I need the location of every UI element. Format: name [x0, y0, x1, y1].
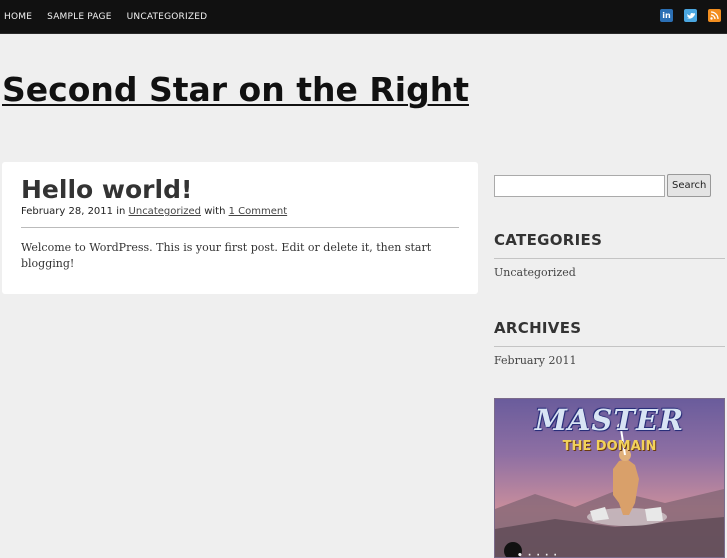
- categories-title: CATEGORIES: [494, 231, 725, 259]
- post-title[interactable]: Hello world!: [21, 176, 459, 204]
- post-meta-with: with: [204, 206, 226, 217]
- nav-item-uncategorized[interactable]: UNCATEGORIZED: [127, 12, 208, 22]
- post-date: February 28, 2011: [21, 206, 114, 217]
- site-title[interactable]: Second Star on the Right: [2, 70, 469, 109]
- main-nav: HOME SAMPLE PAGE UNCATEGORIZED: [4, 0, 222, 33]
- archive-link-february-2011[interactable]: February 2011: [494, 354, 725, 367]
- post-comments-link[interactable]: 1 Comment: [229, 206, 288, 217]
- promo-banner[interactable]: MASTER THE DOMAIN • · · · ·: [494, 398, 725, 558]
- post-divider: [21, 227, 459, 228]
- nav-item-home[interactable]: HOME: [4, 12, 32, 22]
- categories-widget: CATEGORIES Uncategorized: [494, 231, 725, 279]
- search-form: Search: [494, 174, 725, 197]
- search-button[interactable]: Search: [667, 174, 712, 197]
- sidebar: Search CATEGORIES Uncategorized ARCHIVES…: [494, 174, 725, 558]
- nav-item-sample-page[interactable]: SAMPLE PAGE: [47, 12, 112, 22]
- post-meta-in: in: [116, 206, 126, 217]
- rss-icon[interactable]: [708, 9, 721, 22]
- banner-subtitle: THE DOMAIN: [562, 439, 657, 454]
- banner-bottom-text: • · · · ·: [517, 551, 558, 558]
- archives-widget: ARCHIVES February 2011: [494, 319, 725, 367]
- post-category-link[interactable]: Uncategorized: [129, 206, 201, 217]
- linkedin-icon[interactable]: in: [660, 9, 673, 22]
- linkedin-icon-label: in: [662, 11, 671, 20]
- banner-title: MASTER: [534, 403, 685, 437]
- post-card: Hello world! February 28, 2011 in Uncate…: [2, 162, 478, 294]
- category-link-uncategorized[interactable]: Uncategorized: [494, 266, 725, 279]
- post-meta: February 28, 2011 in Uncategorized with …: [21, 206, 459, 217]
- search-input[interactable]: [494, 174, 665, 197]
- post-body: Welcome to WordPress. This is your first…: [21, 241, 432, 270]
- top-nav-bar: HOME SAMPLE PAGE UNCATEGORIZED in: [0, 0, 727, 34]
- twitter-icon[interactable]: [684, 9, 697, 22]
- social-links: in: [649, 9, 721, 22]
- archives-title: ARCHIVES: [494, 319, 725, 347]
